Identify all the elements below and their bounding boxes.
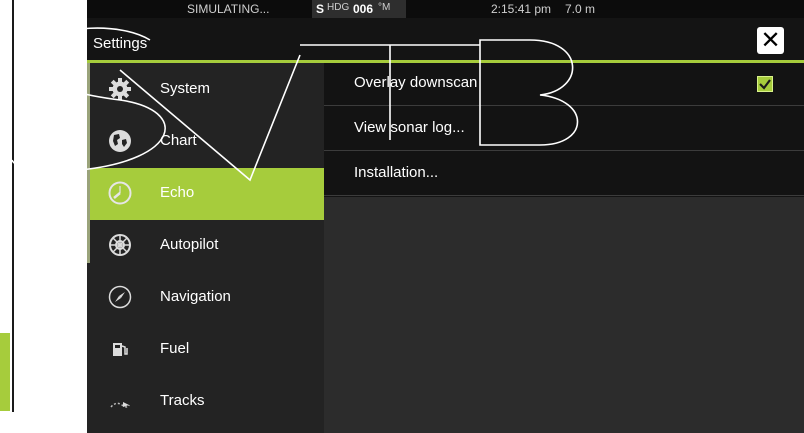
settings-screen: SIMULATING... S HDG 006 °M 2:15:41 pm 7.… (87, 0, 804, 433)
overlay-downscan-row[interactable]: Overlay downscan (324, 63, 804, 106)
compass-icon (108, 285, 132, 309)
sidebar-item-fuel[interactable]: Fuel (90, 324, 324, 376)
heading-unit: °M (378, 2, 391, 13)
sidebar-item-label: Tracks (160, 392, 205, 409)
overlay-downscan-checkbox[interactable] (757, 76, 773, 92)
sidebar-item-system[interactable]: System (90, 64, 324, 116)
sidebar-item-echo[interactable]: Echo (90, 168, 324, 220)
settings-sidebar: System Chart Echo Autopilot Navigation F… (87, 63, 324, 433)
settings-content: Overlay downscan View sonar log... Insta… (324, 63, 804, 433)
depth-readout: 7.0 m (565, 2, 596, 16)
dialog-header: Settings (87, 18, 804, 60)
heading-label: HDG (327, 2, 350, 13)
background-green-tab (0, 333, 10, 411)
echo-icon (108, 181, 132, 205)
heading-indicator: S (316, 2, 325, 16)
globe-icon (109, 130, 131, 152)
fuel-pump-icon (113, 343, 128, 356)
sidebar-item-label: Chart (160, 132, 197, 149)
heading-value: 006 (353, 2, 374, 16)
dialog-title: Settings (93, 35, 148, 52)
helm-icon (109, 234, 131, 256)
sidebar-item-navigation[interactable]: Navigation (90, 272, 324, 324)
track-icon (110, 402, 130, 408)
overlay-downscan-label: Overlay downscan (354, 74, 478, 91)
view-sonar-log-label: View sonar log... (354, 119, 465, 136)
sidebar-item-chart[interactable]: Chart (90, 116, 324, 168)
sidebar-item-label: Autopilot (160, 236, 219, 253)
sidebar-item-tracks[interactable]: Tracks (90, 376, 324, 428)
simulating-status: SIMULATING... (187, 2, 270, 16)
sidebar-item-label: Navigation (160, 288, 231, 305)
sidebar-item-label: System (160, 80, 211, 97)
checkmark-icon (759, 79, 771, 90)
installation-row[interactable]: Installation... (324, 153, 804, 196)
status-bar: SIMULATING... S HDG 006 °M 2:15:41 pm 7.… (87, 0, 804, 18)
sidebar-item-autopilot[interactable]: Autopilot (90, 220, 324, 272)
installation-label: Installation... (354, 164, 439, 181)
clock: 2:15:41 pm (491, 2, 552, 16)
gear-icon (109, 78, 131, 100)
view-sonar-log-row[interactable]: View sonar log... (324, 108, 804, 151)
sidebar-item-label: Fuel (160, 340, 190, 357)
sidebar-item-label: Echo (160, 184, 195, 201)
close-button[interactable]: ✕ (757, 27, 784, 54)
